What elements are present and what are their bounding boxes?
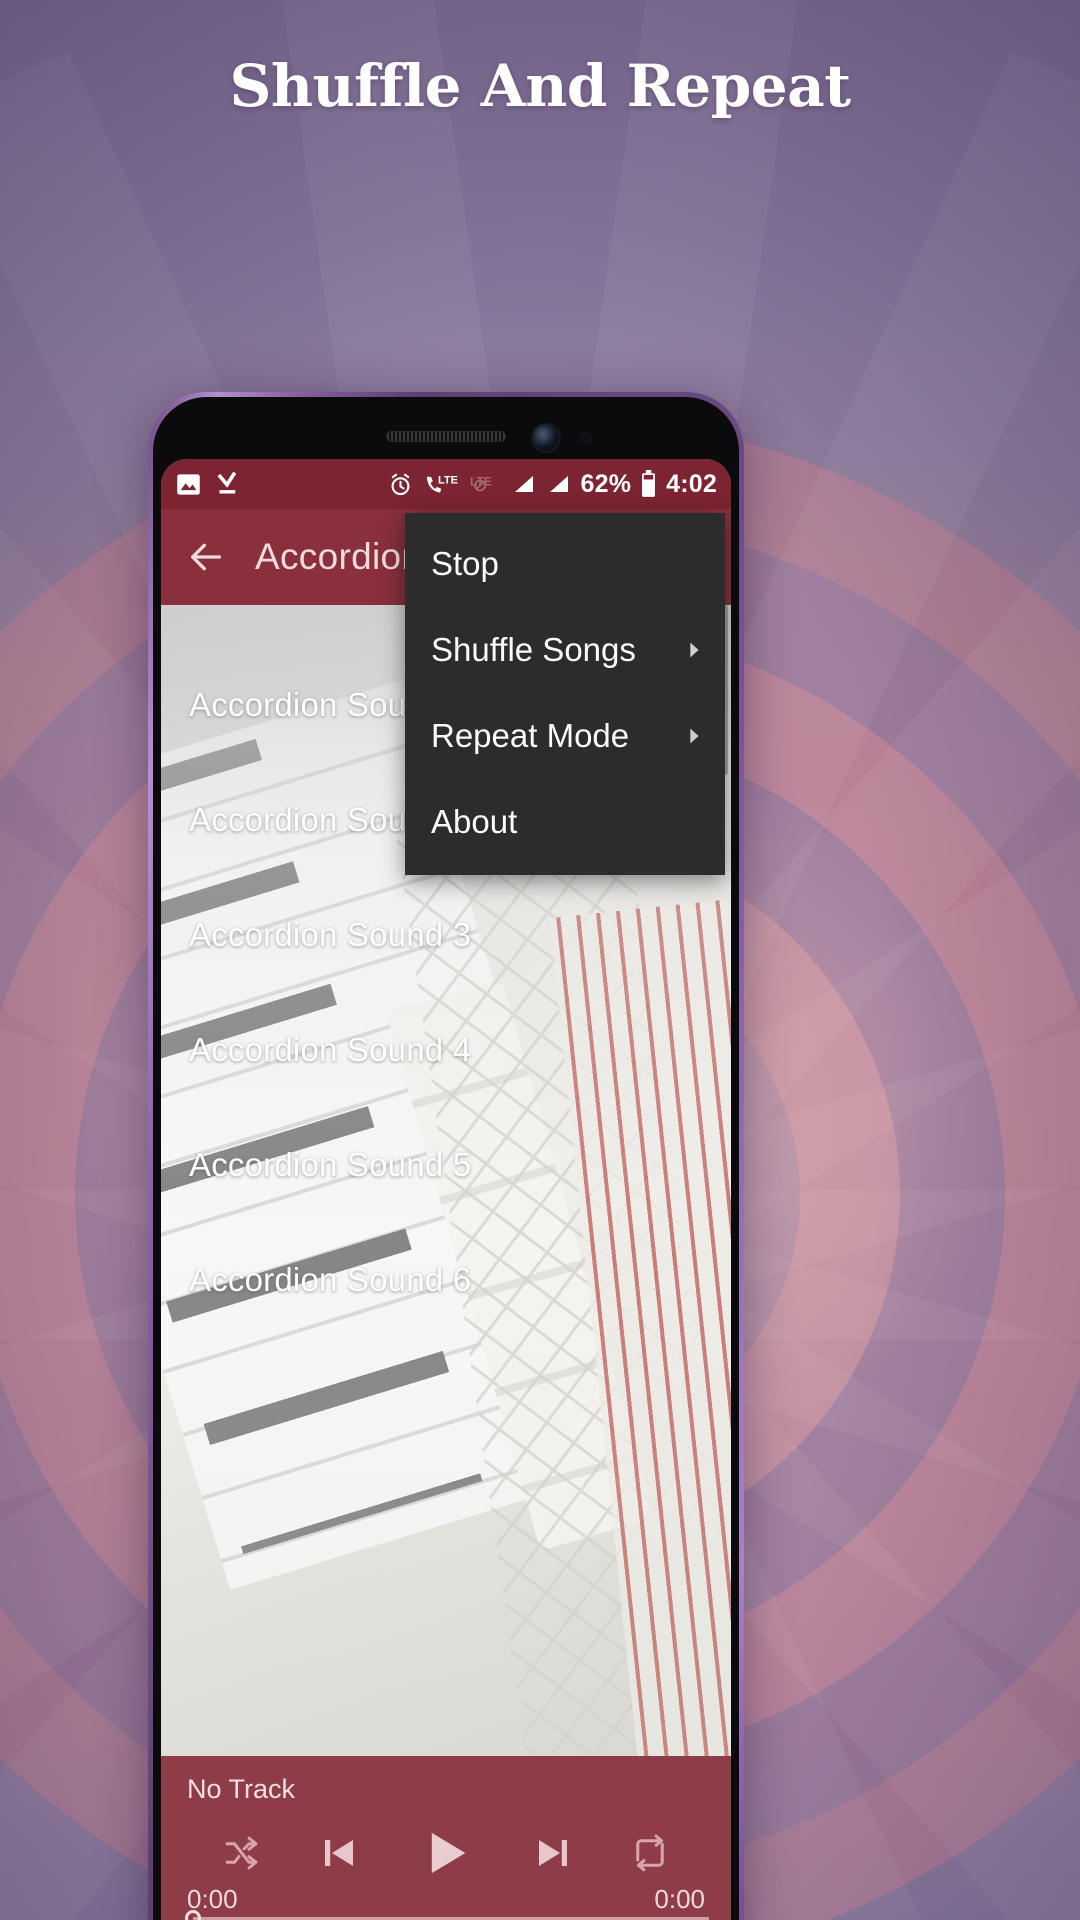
svg-text:LTE: LTE: [470, 474, 492, 488]
menu-item-label: Stop: [431, 545, 499, 582]
list-item[interactable]: Accordion Sound 5: [161, 1107, 731, 1222]
menu-item-label: About: [431, 803, 518, 840]
menu-item-stop[interactable]: Stop: [405, 521, 725, 607]
phone-screen: LTE LTE 62% 4:02 Accordion Accordion Sou…: [161, 459, 731, 1920]
next-icon[interactable]: [529, 1829, 577, 1877]
overflow-menu[interactable]: Stop Shuffle Songs Repeat Mode About: [405, 513, 725, 875]
status-bar: LTE LTE 62% 4:02: [161, 459, 731, 509]
menu-item-about[interactable]: About: [405, 779, 725, 865]
play-icon[interactable]: [415, 1822, 477, 1884]
menu-item-repeat-mode[interactable]: Repeat Mode: [405, 693, 725, 779]
phone-mockup: LTE LTE 62% 4:02 Accordion Accordion Sou…: [148, 392, 744, 1920]
list-item-label: Accordion Sound 6: [189, 1260, 472, 1298]
now-playing-title: No Track: [187, 1774, 296, 1804]
svg-text:LTE: LTE: [438, 474, 458, 486]
list-item[interactable]: Accordion Sound 6: [161, 1222, 731, 1337]
phone-top-bezel: [161, 405, 731, 467]
download-done-icon: [215, 471, 242, 498]
app-bar-title: Accordion: [255, 536, 423, 577]
phone-body: LTE LTE 62% 4:02 Accordion Accordion Sou…: [153, 397, 739, 1920]
arrow-left-icon[interactable]: [183, 534, 229, 580]
repeat-icon[interactable]: [629, 1832, 671, 1874]
seek-thumb[interactable]: [185, 1910, 201, 1920]
proximity-sensor-icon: [579, 431, 592, 444]
player-bar: No Track 0:00 0:00: [161, 1756, 731, 1920]
status-bar-right: LTE LTE 62% 4:02: [387, 470, 717, 499]
status-bar-left: [175, 471, 242, 498]
signal-bars-icon-2: [546, 472, 572, 496]
page-title: Shuffle And Repeat: [229, 52, 851, 120]
list-item[interactable]: Accordion Sound 4: [161, 992, 731, 1107]
chevron-right-icon: [683, 631, 705, 669]
menu-item-label: Repeat Mode: [431, 717, 630, 754]
list-item-label: Accordion Sound 5: [189, 1145, 472, 1183]
image-icon: [175, 471, 202, 498]
clock-label: 4:02: [666, 469, 717, 498]
list-item-label: Accordion Sound 4: [189, 1030, 472, 1068]
battery-icon: [640, 470, 657, 498]
chevron-right-icon: [683, 717, 705, 755]
battery-percent-label: 62%: [580, 469, 632, 498]
signal-bars-icon: [511, 472, 537, 496]
menu-item-shuffle-songs[interactable]: Shuffle Songs: [405, 607, 725, 693]
earpiece-speaker: [386, 431, 506, 442]
player-controls: [161, 1818, 731, 1888]
menu-item-label: Shuffle Songs: [431, 631, 636, 668]
seek-slider[interactable]: [183, 1910, 709, 1920]
list-item-label: Accordion Sound 3: [189, 915, 472, 953]
lte-disabled-icon: LTE: [468, 471, 502, 498]
list-item[interactable]: Accordion Sound 3: [161, 877, 731, 992]
front-camera-icon: [533, 425, 559, 451]
shuffle-icon[interactable]: [221, 1832, 263, 1874]
lte-call-icon: LTE: [423, 471, 459, 498]
alarm-icon: [387, 471, 414, 498]
previous-icon[interactable]: [315, 1829, 363, 1877]
